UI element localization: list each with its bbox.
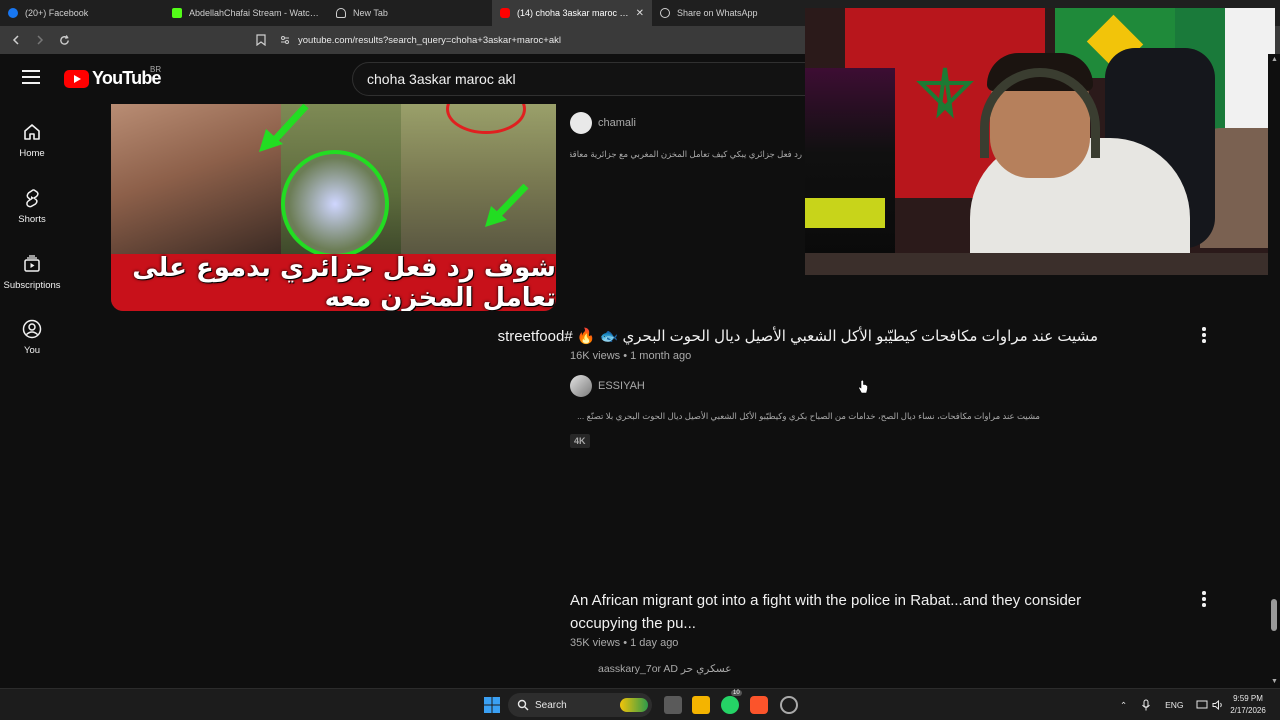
taskbar-clock[interactable]: 9:59 PM 2/17/2026 bbox=[1222, 693, 1274, 717]
gaming-pc bbox=[805, 68, 895, 258]
channel-name: ESSIYAH bbox=[598, 380, 645, 392]
youtube-logo[interactable]: YouTube BR bbox=[64, 65, 162, 89]
facebook-icon bbox=[8, 8, 18, 18]
system-tray: ⌃ ENG bbox=[1120, 689, 1224, 720]
avatar bbox=[570, 375, 592, 397]
desk bbox=[805, 253, 1275, 275]
video-title[interactable]: مشيت عند مراوات مكافحات كيطيّبو الأكل ال… bbox=[498, 325, 1098, 348]
search-icon bbox=[517, 699, 529, 711]
clock-time: 9:59 PM bbox=[1233, 694, 1263, 703]
display-icon[interactable] bbox=[1196, 700, 1208, 710]
view-count: 16K views bbox=[570, 350, 621, 362]
microphone-icon[interactable] bbox=[1141, 699, 1151, 711]
video-thumbnail[interactable]: شوف رد فعل جزائري بدموع على تعامل المخزن… bbox=[111, 104, 556, 311]
notification-badge: 10 bbox=[731, 690, 742, 696]
thumbnail-caption: شوف رد فعل جزائري بدموع على تعامل المخزن… bbox=[132, 252, 556, 312]
guide-label: Subscriptions bbox=[3, 280, 61, 291]
search-query-text: choha 3askar maroc akl bbox=[367, 71, 516, 87]
guide-label: Home bbox=[19, 148, 45, 159]
chevron-up-icon[interactable]: ⌃ bbox=[1120, 700, 1127, 711]
taskbar-search[interactable]: Search bbox=[508, 693, 652, 717]
bookmark-icon[interactable] bbox=[256, 34, 266, 46]
video-metadata: 16K views • 1 month ago bbox=[570, 350, 692, 362]
youtube-play-icon bbox=[64, 69, 89, 88]
clock-date: 2/17/2026 bbox=[1230, 706, 1266, 715]
guide-item-you[interactable]: You bbox=[0, 319, 64, 379]
guide-label: You bbox=[23, 345, 41, 356]
more-actions-icon[interactable] bbox=[1202, 327, 1206, 345]
reload-icon[interactable] bbox=[54, 30, 74, 50]
page-scrollbar[interactable]: ▲ ▼ bbox=[1268, 54, 1280, 688]
guide-item-shorts[interactable]: Shorts bbox=[0, 188, 64, 248]
tab-title: AbdellahChafai Stream - Watch Live o bbox=[189, 8, 320, 18]
kick-icon bbox=[172, 8, 182, 18]
thumbnail-caption-band: شوف رد فعل جزائري بدموع على تعامل المخزن… bbox=[111, 252, 556, 312]
whatsapp-icon[interactable]: 10 bbox=[721, 690, 742, 714]
video-title-line: occupying the pu... bbox=[570, 615, 696, 632]
video-title-line: An African migrant got into a fight with… bbox=[570, 592, 1082, 609]
youtube-icon bbox=[500, 8, 510, 18]
tab-title: New Tab bbox=[353, 8, 388, 18]
scrollbar-thumb[interactable] bbox=[1271, 599, 1277, 631]
scroll-up-icon[interactable]: ▲ bbox=[1271, 56, 1278, 63]
tab-title: (14) choha 3askar maroc akl - Yo bbox=[517, 8, 630, 18]
avatar bbox=[570, 112, 592, 134]
search-input[interactable]: choha 3askar maroc akl bbox=[352, 62, 812, 96]
taskbar-search-label: Search bbox=[535, 699, 567, 711]
quality-badge: 4K bbox=[570, 434, 590, 448]
menu-icon[interactable] bbox=[22, 70, 40, 84]
more-actions-icon[interactable] bbox=[1202, 591, 1206, 609]
file-explorer-icon[interactable] bbox=[692, 696, 710, 714]
windows-taskbar: Search 10 ⌃ ENG 9:59 PM 2/17/2026 bbox=[0, 688, 1280, 720]
green-arrow-icon bbox=[485, 184, 529, 227]
video-title[interactable]: An African migrant got into a fight with… bbox=[570, 589, 1170, 635]
app-icon[interactable] bbox=[780, 696, 798, 714]
forward-icon[interactable] bbox=[30, 30, 50, 50]
you-icon bbox=[22, 319, 42, 339]
tab-facebook[interactable]: (20+) Facebook bbox=[0, 0, 164, 26]
tab-kick-stream[interactable]: AbdellahChafai Stream - Watch Live o bbox=[164, 0, 328, 26]
channel-link[interactable]: ESSIYAH bbox=[570, 375, 645, 397]
channel-link[interactable]: chamali bbox=[570, 112, 636, 134]
upload-age: 1 day ago bbox=[630, 637, 679, 649]
tab-title: (20+) Facebook bbox=[25, 8, 89, 18]
green-arrow-icon bbox=[259, 104, 309, 152]
back-icon[interactable] bbox=[6, 30, 26, 50]
video-description: مشيت عند مراوات مكافحات، نساء ديال الصح،… bbox=[577, 411, 1040, 421]
hand-cursor-icon bbox=[858, 380, 868, 394]
guide-item-subscriptions[interactable]: Subscriptions bbox=[0, 254, 64, 314]
scroll-down-icon[interactable]: ▼ bbox=[1271, 678, 1278, 685]
tab-youtube[interactable]: (14) choha 3askar maroc akl - Yo ✕ bbox=[492, 0, 652, 26]
tab-new-tab[interactable]: New Tab bbox=[328, 0, 492, 26]
thumbnail-green-circle bbox=[281, 150, 389, 258]
channel-link[interactable]: aasskary_7or AD عسكري حر bbox=[598, 663, 732, 675]
brave-browser-icon[interactable] bbox=[750, 696, 768, 714]
search-highlight-icon bbox=[620, 698, 648, 712]
shorts-icon bbox=[26, 189, 39, 208]
channel-name: aasskary_7or AD عسكري حر bbox=[598, 663, 732, 675]
subscriptions-icon bbox=[24, 255, 40, 272]
home-icon bbox=[24, 124, 40, 140]
view-count: 35K views bbox=[570, 637, 621, 649]
tab-title: Share on WhatsApp bbox=[677, 8, 758, 18]
video-description: رد فعل جزائري يبكي كيف تعامل المخزن المغ… bbox=[570, 149, 802, 159]
globe-icon bbox=[660, 8, 670, 18]
site-info-icon[interactable] bbox=[280, 35, 290, 45]
guide-item-home[interactable]: Home bbox=[0, 122, 64, 182]
webcam-overlay bbox=[805, 8, 1275, 275]
brave-shield-icon bbox=[336, 8, 346, 18]
close-tab-icon[interactable]: ✕ bbox=[636, 8, 644, 19]
guide-label: Shorts bbox=[18, 214, 46, 225]
screen: { "browser": { "tabs": [ {"title": "(20+… bbox=[0, 0, 1280, 720]
tab-whatsapp-share[interactable]: Share on WhatsApp bbox=[652, 0, 816, 26]
video-metadata: 35K views • 1 day ago bbox=[570, 637, 679, 649]
url-text: youtube.com/results?search_query=choha+3… bbox=[298, 34, 561, 46]
channel-name: chamali bbox=[598, 117, 636, 129]
task-view-icon[interactable] bbox=[664, 696, 682, 714]
country-code: BR bbox=[150, 65, 162, 74]
windows-start-icon[interactable] bbox=[483, 696, 501, 714]
language-indicator[interactable]: ENG bbox=[1165, 700, 1183, 710]
upload-age: 1 month ago bbox=[630, 350, 692, 362]
